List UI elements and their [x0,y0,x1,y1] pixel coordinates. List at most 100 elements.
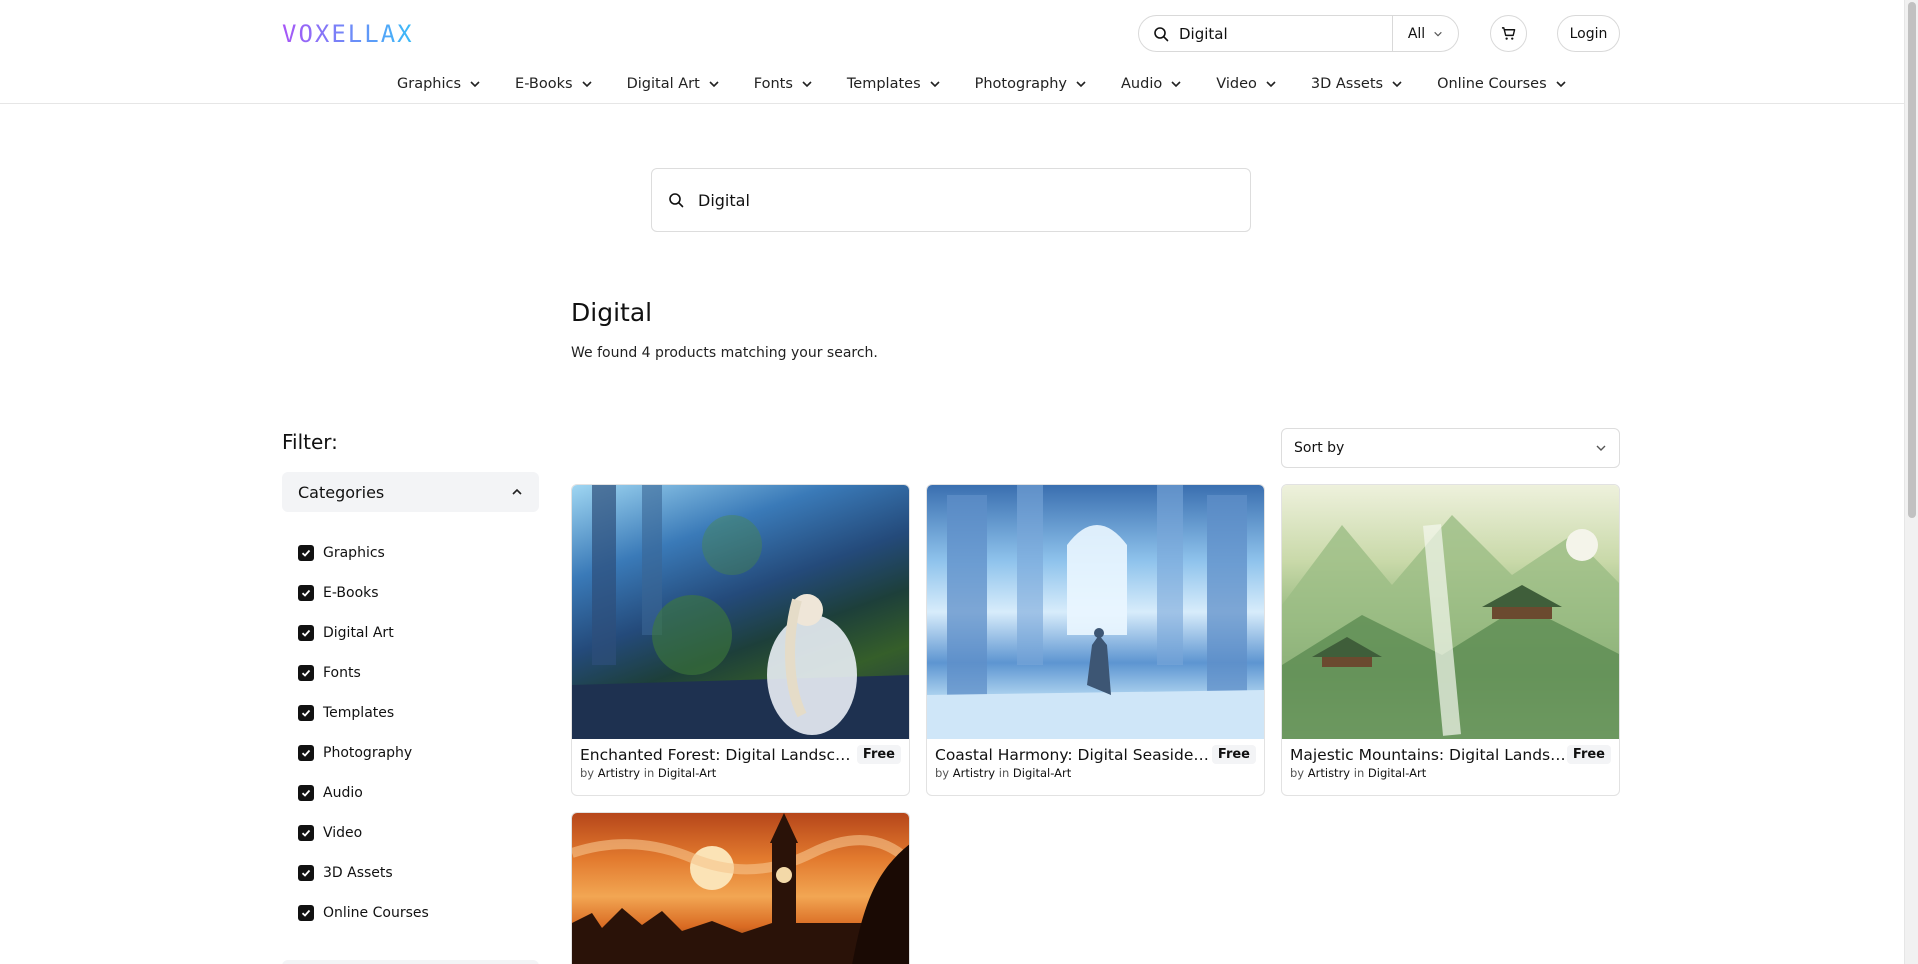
author-link[interactable]: Artistry [598,766,640,780]
nav-item-label: Audio [1121,76,1163,92]
nav-item-3d-assets[interactable]: 3D Assets [1311,72,1403,96]
product-card[interactable]: Majestic Mountains: Digital Landsca… Fre… [1281,484,1620,796]
categories-accordion-toggle[interactable]: Categories [282,472,539,512]
category-filter-label: Graphics [323,545,385,561]
product-illustration [1282,515,1619,739]
chevron-down-icon [1434,31,1442,36]
category-filter-item[interactable]: Video [298,813,429,853]
category-filter-item[interactable]: Graphics [298,533,429,573]
nav-item-label: Graphics [397,76,462,92]
category-link[interactable]: Digital-Art [658,766,716,780]
next-filter-section[interactable] [282,960,539,964]
checkbox[interactable] [298,905,314,921]
nav-item-label: Photography [974,76,1068,92]
product-image[interactable] [927,485,1264,739]
product-card[interactable] [571,812,910,964]
chevron-down-icon [1171,81,1181,88]
product-title[interactable]: Majestic Mountains: Digital Landsca… [1290,746,1567,764]
nav-item-label: E-Books [515,76,573,92]
category-filter-label: Audio [323,785,363,801]
author-link[interactable]: Artistry [953,766,995,780]
cart-icon [1501,27,1516,40]
category-filter-item[interactable]: Digital Art [298,613,429,653]
category-link[interactable]: Digital-Art [1368,766,1426,780]
chevron-down-icon [1076,81,1086,88]
search-icon [1154,26,1169,41]
results-count-text: We found 4 products matching your search… [571,345,878,361]
product-image[interactable] [572,813,909,964]
nav-item-graphics[interactable]: Graphics [397,72,481,96]
product-image[interactable] [1282,485,1619,739]
category-filter-item[interactable]: E-Books [298,573,429,613]
checkbox[interactable] [298,745,314,761]
category-filter-item[interactable]: Online Courses [298,893,429,933]
nav-item-online-courses[interactable]: Online Courses [1437,72,1567,96]
checkbox[interactable] [298,585,314,601]
checkbox[interactable] [298,665,314,681]
chevron-down-icon [470,81,480,88]
product-info: Majestic Mountains: Digital Landsca… Fre… [1290,745,1611,780]
category-link[interactable]: Digital-Art [1013,766,1071,780]
category-filter-label: Templates [323,705,395,721]
nav-item-fonts[interactable]: Fonts [754,72,813,96]
category-filter-item[interactable]: Photography [298,733,429,773]
search-scope-dropdown[interactable]: All [1392,16,1458,51]
price-badge: Free [1566,745,1611,764]
check-icon [301,789,311,797]
nav-item-templates[interactable]: Templates [847,72,941,96]
category-filter-item[interactable]: 3D Assets [298,853,429,893]
price-badge: Free [856,745,901,764]
nav-item-video[interactable]: Video [1216,72,1277,96]
header-search-input[interactable] [1179,24,1369,43]
logo[interactable]: VOXELLAX [282,20,414,48]
category-filter-label: Online Courses [323,905,429,921]
check-icon [301,749,311,757]
login-button[interactable]: Login [1557,15,1620,52]
category-filter-label: Video [323,825,363,841]
checkbox[interactable] [298,545,314,561]
results-title: Digital [571,298,653,327]
nav-item-photography[interactable]: Photography [975,72,1087,96]
category-filter-item[interactable]: Fonts [298,653,429,693]
check-icon [301,669,311,677]
product-illustration [572,813,909,964]
category-filter-label: E-Books [323,585,379,601]
scrollbar-thumb[interactable] [1908,2,1916,518]
price-badge: Free [1211,745,1256,764]
sort-label: Sort by [1294,440,1345,456]
product-card[interactable]: Enchanted Forest: Digital Landscape… Fre… [571,484,910,796]
product-title[interactable]: Coastal Harmony: Digital Seaside… [935,746,1209,764]
checkbox[interactable] [298,785,314,801]
nav-item-ebooks[interactable]: E-Books [515,72,593,96]
product-info: Enchanted Forest: Digital Landscape… Fre… [580,745,901,780]
product-card[interactable]: Coastal Harmony: Digital Seaside… Free b… [926,484,1265,796]
check-icon [301,629,311,637]
category-filter-item[interactable]: Templates [298,693,429,733]
product-illustration [927,485,1264,739]
chevron-down-icon [930,81,940,88]
page-scrollbar[interactable] [1904,0,1918,964]
cart-button[interactable] [1490,15,1527,52]
category-filter-item[interactable]: Audio [298,773,429,813]
nav-item-label: Fonts [753,76,793,92]
check-icon [301,869,311,877]
checkbox[interactable] [298,705,314,721]
sort-dropdown[interactable]: Sort by [1281,428,1620,468]
chevron-down-icon [1266,81,1276,88]
nav-item-digital-art[interactable]: Digital Art [627,72,720,96]
main-search-bar [651,168,1251,232]
main-search-input[interactable] [698,190,1198,210]
checkbox[interactable] [298,825,314,841]
chevron-down-icon [1596,445,1606,451]
chevron-up-icon [512,488,522,495]
nav-item-audio[interactable]: Audio [1121,72,1182,96]
checkbox[interactable] [298,865,314,881]
category-filter-label: Digital Art [323,625,394,641]
product-title[interactable]: Enchanted Forest: Digital Landscape… [580,746,857,764]
product-image[interactable] [572,485,909,739]
product-illustration [572,485,909,739]
nav-item-label: Templates [846,76,921,92]
author-link[interactable]: Artistry [1308,766,1350,780]
checkbox[interactable] [298,625,314,641]
site-header: VOXELLAX All Login Graphics E-Books Digi… [0,0,1904,104]
